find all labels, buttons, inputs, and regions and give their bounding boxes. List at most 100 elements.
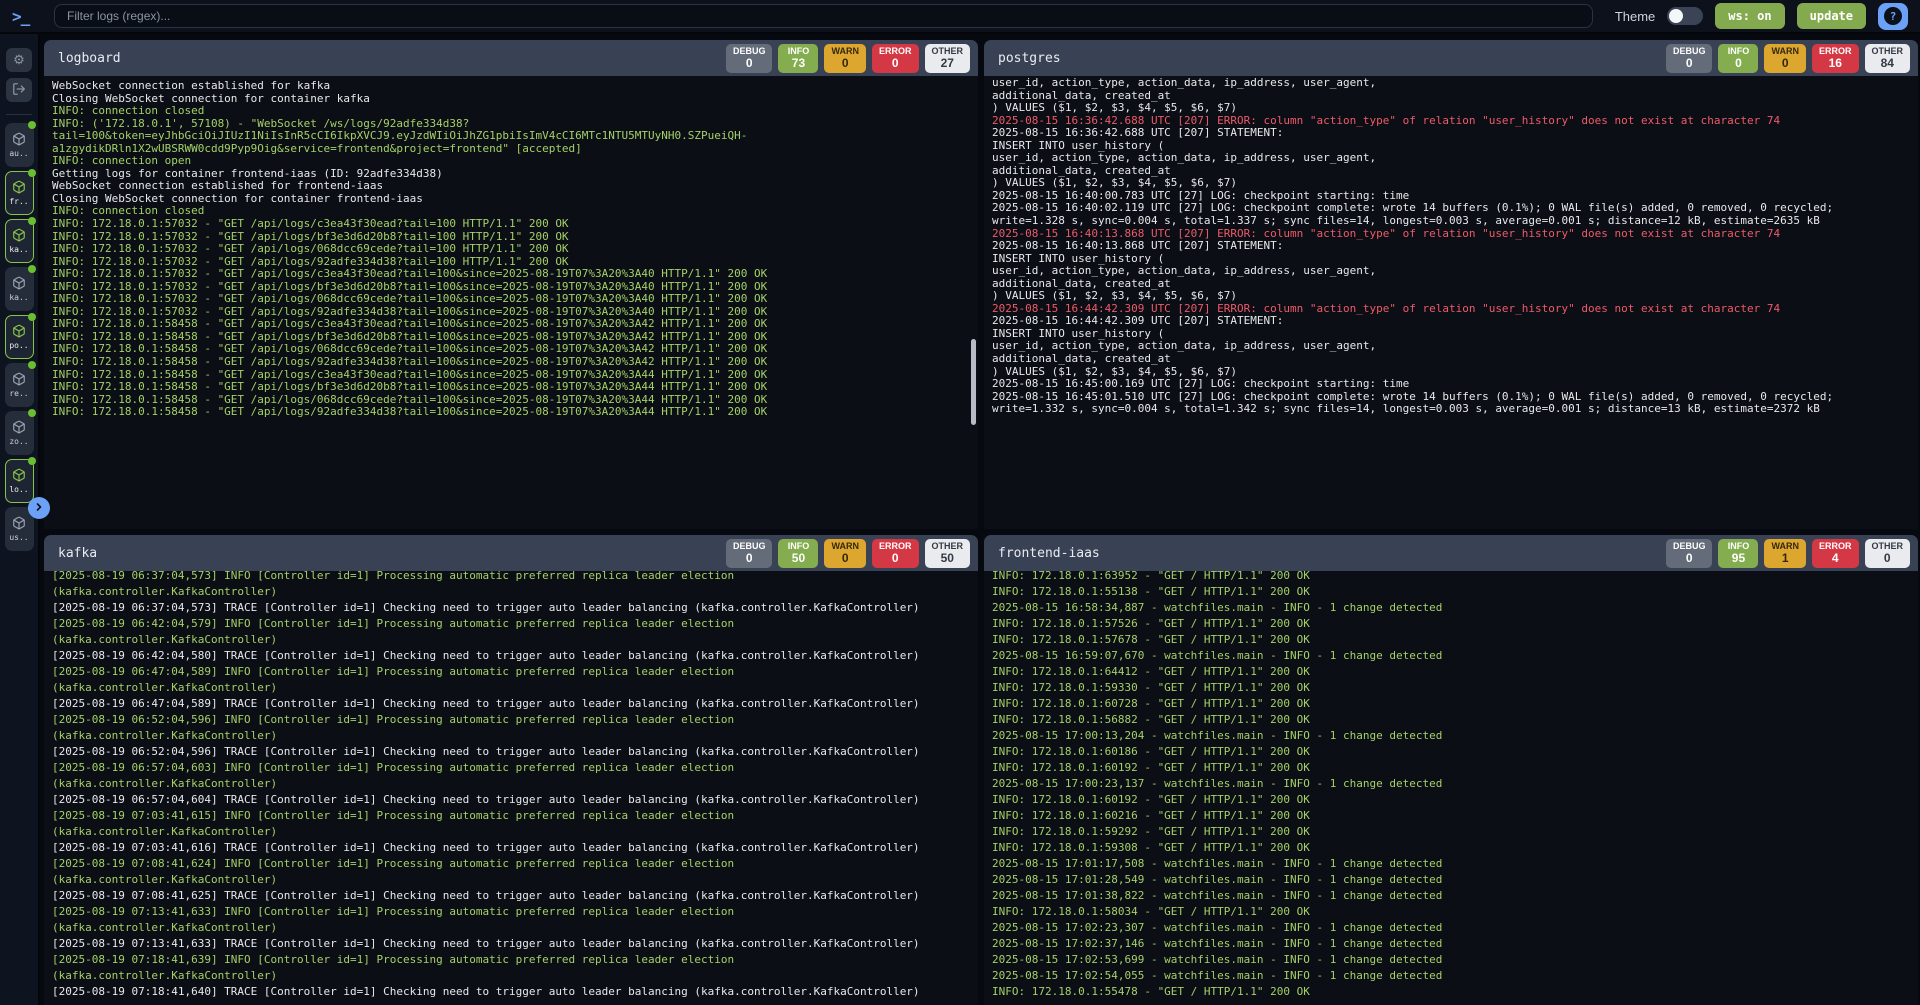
log-line: 2025-08-15 17:02:53,699 - watchfiles.mai… xyxy=(992,952,1910,968)
badge-label: WARN xyxy=(1771,46,1799,56)
package-icon xyxy=(12,132,26,146)
sidebar-item-po[interactable]: po.. xyxy=(5,315,34,359)
badge-debug[interactable]: DEBUG 0 xyxy=(726,44,773,73)
level-badges: DEBUG 0 INFO 73 WARN 0 ERROR 0 OTHER 27 xyxy=(726,44,970,73)
sidebar-item-label: fr.. xyxy=(9,197,28,206)
sidebar-item-label: au.. xyxy=(9,149,28,158)
sidebar-item-lo[interactable]: lo.. xyxy=(5,459,34,503)
filter-input[interactable] xyxy=(54,4,1593,28)
sidebar-item-fr[interactable]: fr.. xyxy=(5,171,34,215)
log-line: [2025-08-19 07:13:41,633] INFO [Controll… xyxy=(52,904,970,920)
badge-label: DEBUG xyxy=(1673,46,1706,56)
log-output[interactable]: [2025-08-19 06:37:04,573] INFO [Controll… xyxy=(44,571,978,1005)
panel-title: postgres xyxy=(998,51,1061,66)
log-line: user_id, action_type, action_data, ip_ad… xyxy=(992,265,1910,278)
badge-other[interactable]: OTHER 27 xyxy=(925,44,971,73)
badge-info[interactable]: INFO 0 xyxy=(1718,44,1758,73)
gear-icon: ⚙ xyxy=(13,52,25,68)
status-dot-icon xyxy=(28,217,36,225)
badge-warn[interactable]: WARN 0 xyxy=(824,44,866,73)
badge-label: ERROR xyxy=(1819,541,1852,551)
badge-count: 0 xyxy=(842,56,849,70)
sidebar-item-ka[interactable]: ka.. xyxy=(5,267,34,311)
badge-count: 95 xyxy=(1732,551,1745,565)
badge-count: 0 xyxy=(1735,56,1742,70)
panel-kafka: kafka DEBUG 0 INFO 50 WARN 0 ERROR 0 OTH… xyxy=(44,535,978,1005)
panel-frontend-iaas: frontend-iaas DEBUG 0 INFO 95 WARN 1 ERR… xyxy=(984,535,1918,1005)
sidebar-item-au[interactable]: au.. xyxy=(5,123,34,167)
log-line: 2025-08-15 16:59:07,670 - watchfiles.mai… xyxy=(992,648,1910,664)
badge-label: DEBUG xyxy=(733,46,766,56)
badge-count: 0 xyxy=(1884,551,1891,565)
log-line: [2025-08-19 07:13:41,633] TRACE [Control… xyxy=(52,936,970,952)
badge-error[interactable]: ERROR 0 xyxy=(872,539,919,568)
badge-count: 0 xyxy=(892,551,899,565)
badge-debug[interactable]: DEBUG 0 xyxy=(1666,539,1713,568)
log-lines: INFO: 172.18.0.1:63952 - "GET / HTTP/1.1… xyxy=(992,571,1910,1000)
theme-toggle[interactable] xyxy=(1667,7,1703,25)
sidebar-item-label: re.. xyxy=(9,389,28,398)
logout-button[interactable] xyxy=(6,78,32,102)
sidebar-item-label: lo.. xyxy=(9,485,28,494)
badge-warn[interactable]: WARN 1 xyxy=(1764,539,1806,568)
theme-label: Theme xyxy=(1615,9,1655,24)
package-icon xyxy=(12,324,26,338)
badge-info[interactable]: INFO 50 xyxy=(778,539,818,568)
log-line: INFO: connection open xyxy=(52,155,970,168)
panel-title: kafka xyxy=(58,546,97,561)
sidebar-item-zo[interactable]: zo.. xyxy=(5,411,34,455)
badge-other[interactable]: OTHER 84 xyxy=(1865,44,1911,73)
badge-label: ERROR xyxy=(879,46,912,56)
badge-warn[interactable]: WARN 0 xyxy=(824,539,866,568)
badge-count: 0 xyxy=(746,551,753,565)
log-line: (kafka.controller.KafkaController) xyxy=(52,728,970,744)
status-dot-icon xyxy=(28,313,36,321)
badge-warn[interactable]: WARN 0 xyxy=(1764,44,1806,73)
badge-other[interactable]: OTHER 50 xyxy=(925,539,971,568)
log-line: 2025-08-15 16:58:34,887 - watchfiles.mai… xyxy=(992,600,1910,616)
log-output[interactable]: WebSocket connection established for kaf… xyxy=(44,76,978,529)
package-icon xyxy=(12,468,26,482)
badge-error[interactable]: ERROR 16 xyxy=(1812,44,1859,73)
log-line: INFO: 172.18.0.1:60728 - "GET / HTTP/1.1… xyxy=(992,696,1910,712)
log-line: INFO: 172.18.0.1:63952 - "GET / HTTP/1.1… xyxy=(992,571,1910,584)
log-line: [2025-08-19 06:52:04,596] INFO [Controll… xyxy=(52,712,970,728)
scrollbar-thumb[interactable] xyxy=(971,339,976,425)
log-output[interactable]: user_id, action_type, action_data, ip_ad… xyxy=(984,76,1918,529)
question-icon: ? xyxy=(1884,7,1902,25)
ws-status-button[interactable]: ws: on xyxy=(1715,3,1784,29)
badge-count: 0 xyxy=(842,551,849,565)
log-line: (kafka.controller.KafkaController) xyxy=(52,632,970,648)
sidebar-expand-button[interactable] xyxy=(28,497,50,519)
badge-count: 0 xyxy=(746,56,753,70)
badge-count: 84 xyxy=(1881,56,1894,70)
log-line: 2025-08-15 16:45:00.169 UTC [27] LOG: ch… xyxy=(992,378,1910,391)
panel-header: frontend-iaas DEBUG 0 INFO 95 WARN 1 ERR… xyxy=(984,535,1918,571)
badge-label: OTHER xyxy=(1872,46,1904,56)
log-line: INFO: 172.18.0.1:56882 - "GET / HTTP/1.1… xyxy=(992,712,1910,728)
topbar-actions: Theme ws: on update ? xyxy=(1615,3,1908,30)
log-output[interactable]: INFO: 172.18.0.1:63952 - "GET / HTTP/1.1… xyxy=(984,571,1918,1005)
badge-count: 4 xyxy=(1832,551,1839,565)
logout-icon xyxy=(12,82,26,99)
log-line: INFO: 172.18.0.1:58458 - "GET /api/logs/… xyxy=(52,406,970,419)
help-button[interactable]: ? xyxy=(1878,3,1908,30)
settings-button[interactable]: ⚙ xyxy=(6,48,32,72)
badge-debug[interactable]: DEBUG 0 xyxy=(726,539,773,568)
badge-info[interactable]: INFO 73 xyxy=(778,44,818,73)
level-badges: DEBUG 0 INFO 95 WARN 1 ERROR 4 OTHER 0 xyxy=(1666,539,1910,568)
badge-error[interactable]: ERROR 0 xyxy=(872,44,919,73)
panel-logboard: logboard DEBUG 0 INFO 73 WARN 0 ERROR 0 … xyxy=(44,40,978,529)
badge-debug[interactable]: DEBUG 0 xyxy=(1666,44,1713,73)
sidebar-item-re[interactable]: re.. xyxy=(5,363,34,407)
log-line: 2025-08-15 17:01:28,549 - watchfiles.mai… xyxy=(992,872,1910,888)
update-button[interactable]: update xyxy=(1797,3,1866,29)
badge-other[interactable]: OTHER 0 xyxy=(1865,539,1911,568)
log-line: INFO: 172.18.0.1:57032 - "GET /api/logs/… xyxy=(52,218,970,231)
log-line: 2025-08-15 17:01:38,822 - watchfiles.mai… xyxy=(992,888,1910,904)
log-line: (kafka.controller.KafkaController) xyxy=(52,680,970,696)
badge-error[interactable]: ERROR 4 xyxy=(1812,539,1859,568)
sidebar-item-ka[interactable]: ka.. xyxy=(5,219,34,263)
badge-info[interactable]: INFO 95 xyxy=(1718,539,1758,568)
panel-header: logboard DEBUG 0 INFO 73 WARN 0 ERROR 0 … xyxy=(44,40,978,76)
